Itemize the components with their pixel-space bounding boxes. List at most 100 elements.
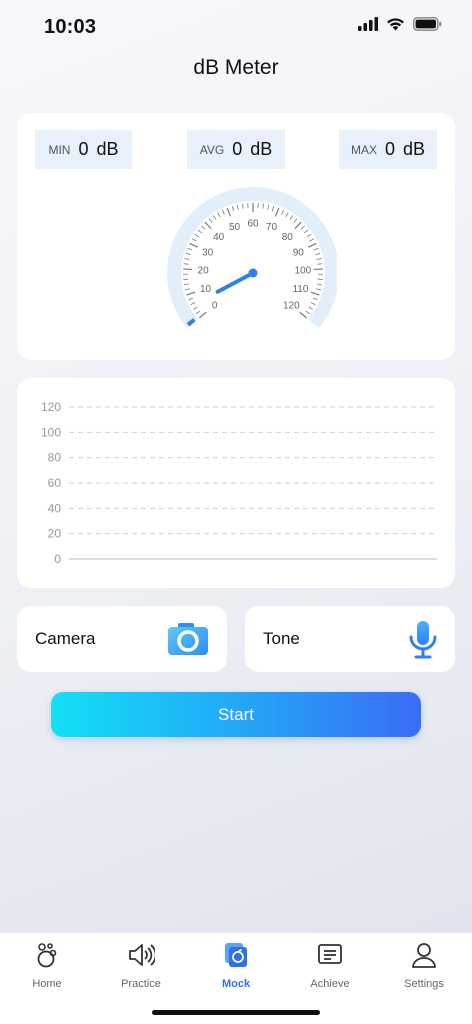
chart-y-tick-label: 40 [48, 501, 62, 515]
signal-icon [358, 17, 378, 31]
gauge-tick [315, 288, 322, 291]
status-bar: 10:03 [0, 0, 472, 54]
avg-stat-key: AVG [199, 142, 225, 157]
wifi-icon [387, 18, 404, 31]
gauge-label: 120 [283, 301, 300, 312]
battery-icon [413, 17, 442, 31]
gauge-tick [310, 302, 316, 306]
chart-y-tick-label: 20 [48, 527, 62, 541]
document-icon [318, 944, 342, 964]
gauge-tick [262, 203, 264, 209]
gauge-tick [294, 221, 302, 230]
gauge-tick [293, 218, 298, 223]
tone-label: Tone [263, 629, 300, 648]
gauge-tick [190, 302, 196, 306]
tab-home[interactable]: Home [0, 941, 94, 990]
microphone-icon [409, 621, 437, 659]
gauge-label: 50 [229, 222, 241, 233]
camera-card[interactable]: Camera [17, 606, 227, 672]
tone-card[interactable]: Tone [245, 606, 455, 672]
gauge-labels: 010 20 30 40 50 60 70 80 90 100 110 120 [198, 219, 312, 312]
avg-stat: AVG 0 dB [187, 130, 285, 169]
gauge-tick [274, 207, 280, 217]
gauge-tick [194, 233, 200, 238]
min-stat-unit: dB [96, 139, 119, 159]
gauge-tick [231, 206, 235, 212]
page-title: dB Meter [193, 56, 279, 79]
avg-stat-value: 0 [232, 139, 243, 159]
chart-y-tick-label: 120 [41, 400, 61, 414]
gauge-needle-line [215, 271, 255, 294]
status-icons [358, 17, 442, 31]
meter-card: MIN 0 dB AVG 0 dB MAX 0 dB 0 10 20 30 40 50 60… [17, 113, 455, 360]
tab-achieve[interactable]: Achieve [283, 941, 377, 990]
gauge-label: 80 [282, 232, 294, 243]
gauge-tick [226, 207, 232, 217]
history-chart: 120 100 80 60 40 20 0 [41, 400, 437, 566]
gauge-arc [167, 187, 337, 329]
gauge-tick [195, 310, 201, 315]
start-button[interactable]: Start [51, 692, 421, 737]
min-stat: MIN 0 dB [35, 130, 132, 169]
gauge-needle [215, 268, 258, 294]
min-stat-key: MIN [48, 142, 71, 157]
gauge-tick [186, 291, 196, 296]
tab-mock-label: Mock [221, 978, 251, 990]
tab-settings[interactable]: Settings [377, 941, 471, 990]
history-chart-card: 120 100 80 60 40 20 0 [17, 378, 455, 588]
avg-stat-unit: dB [250, 139, 273, 159]
min-stat-value: 0 [78, 139, 89, 159]
gauge-tick [312, 297, 318, 301]
gauge-tick [183, 268, 193, 271]
gauge-tick [187, 247, 193, 251]
max-stat-value: 0 [384, 139, 395, 159]
gauge-label: 90 [293, 247, 305, 258]
gauge-needle-hub [248, 268, 258, 278]
tab-mock[interactable]: Mock [189, 941, 283, 990]
gauge-tick [217, 212, 221, 218]
gauge-tick [315, 252, 321, 256]
gauge-tick [306, 233, 312, 238]
chart-y-tick-label: 80 [48, 451, 62, 465]
gauge-tick [285, 212, 289, 218]
tab-home-label: Home [32, 978, 62, 990]
camera-icon [168, 623, 208, 655]
mock-icon [225, 943, 247, 967]
chart-y-tick-label: 0 [54, 552, 61, 566]
gauge-tick [188, 297, 194, 301]
speaker-icon [129, 944, 155, 966]
gauge-tick [193, 306, 198, 310]
gauge-tick [303, 229, 309, 234]
gauge-tick [221, 209, 225, 215]
gauge-background-arc [167, 187, 337, 329]
gauge-tick [281, 209, 285, 215]
gauge-tick [183, 283, 189, 286]
gauge-tick [308, 306, 313, 310]
gauge-tick [197, 229, 203, 234]
tab-practice-label: Practice [121, 978, 161, 990]
gauge-tick [267, 204, 270, 210]
decibel-gauge: 010 20 30 40 50 60 70 80 90 100 110 120 [167, 187, 337, 329]
gauge-tick [204, 221, 212, 230]
gauge-tick [299, 311, 308, 319]
gauge-label: 100 [295, 266, 312, 277]
gauge-tick [191, 238, 197, 242]
home-indicator [152, 1010, 320, 1015]
gauge-tick [184, 258, 190, 260]
gauge-label: 0 [212, 301, 218, 312]
gauge-label: 110 [292, 284, 308, 295]
gauge-tick [305, 310, 311, 315]
gauge-tick [242, 203, 244, 209]
gauge-label: 10 [200, 284, 212, 295]
gauge-tick [308, 242, 317, 248]
status-time: 10:03 [44, 16, 97, 38]
max-stat-unit: dB [403, 139, 426, 159]
max-stat: MAX 0 dB [339, 130, 437, 169]
tab-settings-label: Settings [404, 978, 444, 990]
gauge-tick [300, 225, 306, 230]
gauge-tick [310, 291, 320, 296]
gauge-tick [183, 263, 189, 265]
tab-practice[interactable]: Practice [94, 941, 188, 990]
gauge-label: 40 [213, 232, 225, 243]
gauge-tick [317, 263, 323, 265]
